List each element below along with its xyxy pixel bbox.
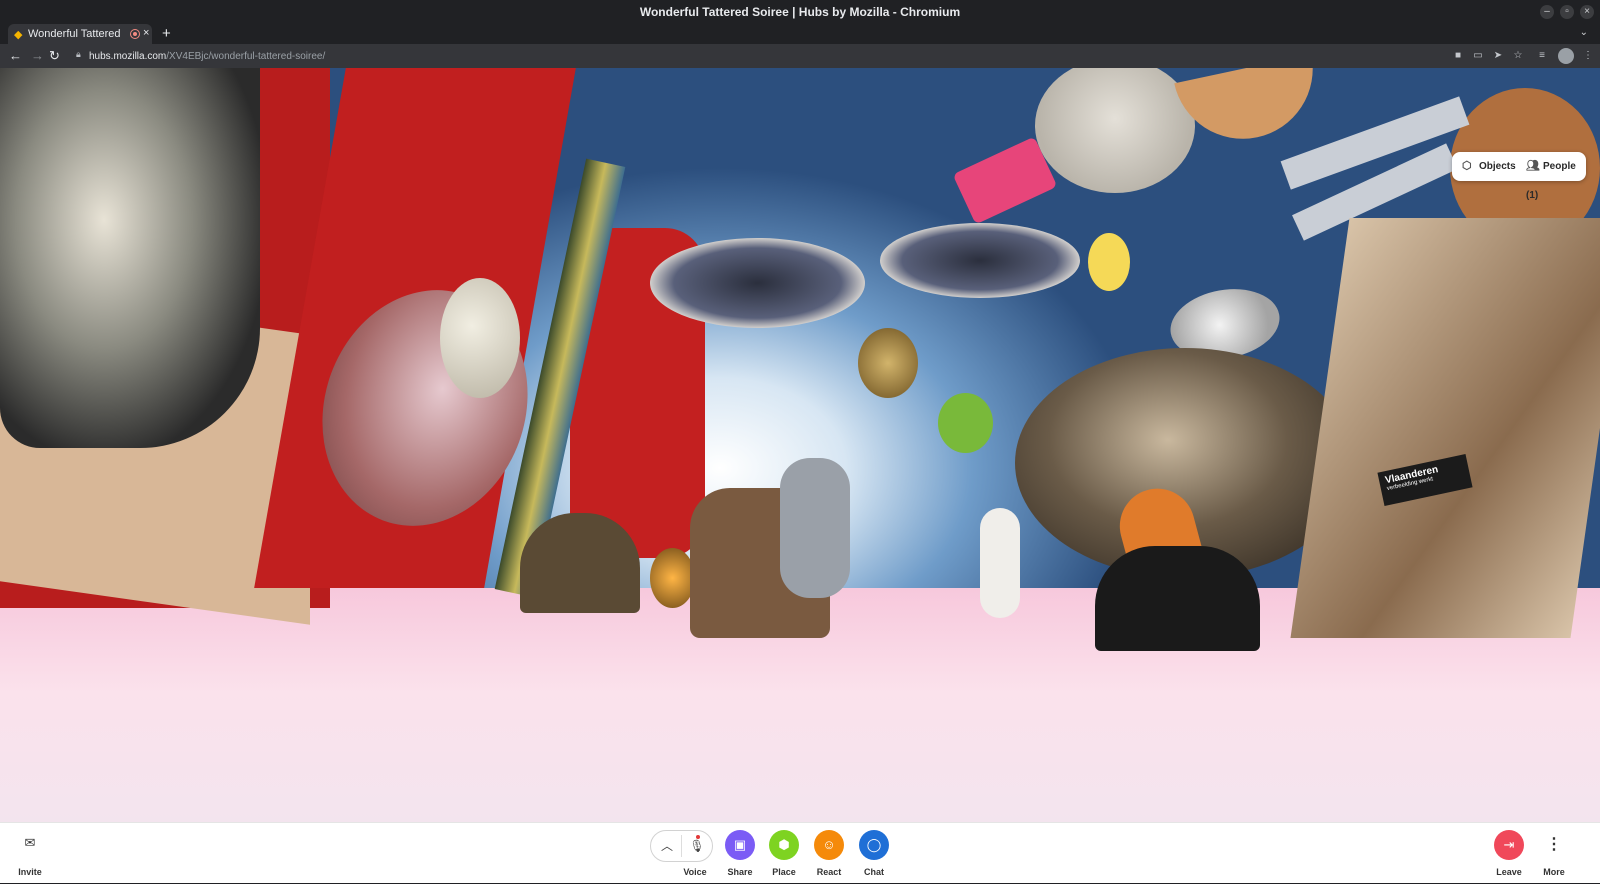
profile-avatar[interactable] [1558,48,1574,64]
url-text: hubs.mozilla.com/XV4EBjc/wonderful-tatte… [89,51,325,62]
glowing-lamp [650,548,695,608]
muted-microphone-icon[interactable]: 🎙︎ [687,835,707,856]
minimize-icon[interactable]: – [1540,5,1554,19]
people-icon: 👥︎ [1526,160,1540,172]
muted-indicator [696,835,700,839]
maximize-icon[interactable]: ▫ [1560,5,1574,19]
recording-indicator-icon [131,30,139,38]
window-title: Wonderful Tattered Soiree | Hubs by Mozi… [639,5,961,19]
invite-label: Invite [18,867,42,877]
exit-door-icon: ⇥ [1494,830,1524,860]
url-path: /XV4EBjc/wonderful-tattered-soiree/ [166,51,326,62]
more-button[interactable]: ⋮ More [1532,823,1576,884]
lock-icon: 🔒︎ [76,49,81,59]
browser-menu-icon[interactable]: ⋮ [1582,50,1594,62]
creature-head-sculpture [0,68,260,448]
cube-icon: ⬢ [769,830,799,860]
people-button[interactable]: 👥︎ People (1) [1526,152,1586,201]
voice-control: ︿ 🎙︎ [650,830,713,862]
share-button[interactable]: ▣ Share [718,823,762,884]
close-window-icon[interactable]: × [1580,5,1594,19]
dark-cloud-right [880,223,1080,298]
back-icon[interactable]: ← [9,48,22,64]
browser-toolbar: ← → ↻ 🔒︎ hubs.mozilla.com/XV4EBjc/wonder… [0,44,1600,68]
envelope-icon: ✉ [24,835,36,850]
chevron-up-icon[interactable]: ︿ [659,837,675,855]
tab-strip: ◆ Wonderful Tattered Soiree | Hubs by Mo… [0,24,1600,44]
reload-icon[interactable]: ↻ [49,48,60,64]
objects-people-panel: ⬡ Objects 👥︎ People (1) [1452,152,1586,201]
rock-pillar [1290,218,1600,638]
chat-button[interactable]: ◯ Chat [852,823,896,884]
moon-disc [1035,68,1195,193]
chat-label: Chat [864,867,884,877]
invite-button[interactable]: ✉ Invite [8,823,52,884]
objects-button[interactable]: ⬡ Objects [1462,152,1516,181]
new-tab-icon[interactable]: + [162,25,171,42]
stone-tablet [520,513,640,613]
address-bar[interactable]: 🔒︎ hubs.mozilla.com/XV4EBjc/wonderful-ta… [72,46,1442,66]
green-ball [938,393,993,453]
place-label: Place [772,867,796,877]
voice-label: Voice [683,867,707,877]
objects-label: Objects [1479,161,1516,172]
yellow-dotted-disc [1088,233,1130,291]
tab-search-icon[interactable]: ⌄ [1580,27,1588,38]
screen-share-icon: ▣ [725,830,755,860]
white-figure [980,508,1020,618]
camera-in-use-icon[interactable]: ■ [1452,50,1464,62]
hubs-3d-scene[interactable]: Vlaanderen verbeelding werkt ⬡ Objects 👥︎… [0,68,1600,822]
window-title-bar: Wonderful Tattered Soiree | Hubs by Mozi… [0,0,1600,24]
smiley-icon: ☺ [814,830,844,860]
react-button[interactable]: ☺ React [807,823,851,884]
place-button[interactable]: ⬢ Place [762,823,806,884]
shapes-icon: ⬡ [1462,160,1472,172]
cast-icon[interactable]: ▭ [1472,50,1484,62]
bookmark-star-icon[interactable]: ☆ [1512,50,1524,62]
share-label: Share [727,867,753,877]
lotus-pod [440,278,520,398]
leave-button[interactable]: ⇥ Leave [1487,823,1531,884]
voice-divider [681,835,682,857]
seed-pod-tree [858,328,918,398]
hubs-bottom-toolbar: ✉ Invite ︿ 🎙︎ Voice ▣ Share ⬢ Place ☺ Re… [0,822,1600,883]
hooded-figure [1095,546,1260,651]
vertical-dots-icon: ⋮ [1539,830,1569,860]
forward-icon[interactable]: → [31,48,44,64]
reading-list-icon[interactable]: ≡ [1536,50,1548,62]
url-host: hubs.mozilla.com [89,51,167,62]
silver-figure [780,458,850,598]
tab-close-icon[interactable]: × [143,27,149,39]
hand-sculpture [1174,68,1326,152]
react-label: React [816,867,842,877]
send-icon[interactable]: ➤ [1492,50,1504,62]
hubs-favicon-icon: ◆ [14,29,23,41]
chat-bubble-icon: ◯ [859,830,889,860]
dark-cloud-left [650,238,865,328]
tab-title: Wonderful Tattered Soiree | Hubs by Mozi… [28,28,120,40]
leave-label: Leave [1496,867,1522,877]
browser-tab[interactable]: ◆ Wonderful Tattered Soiree | Hubs by Mo… [8,24,152,44]
more-label: More [1543,867,1565,877]
